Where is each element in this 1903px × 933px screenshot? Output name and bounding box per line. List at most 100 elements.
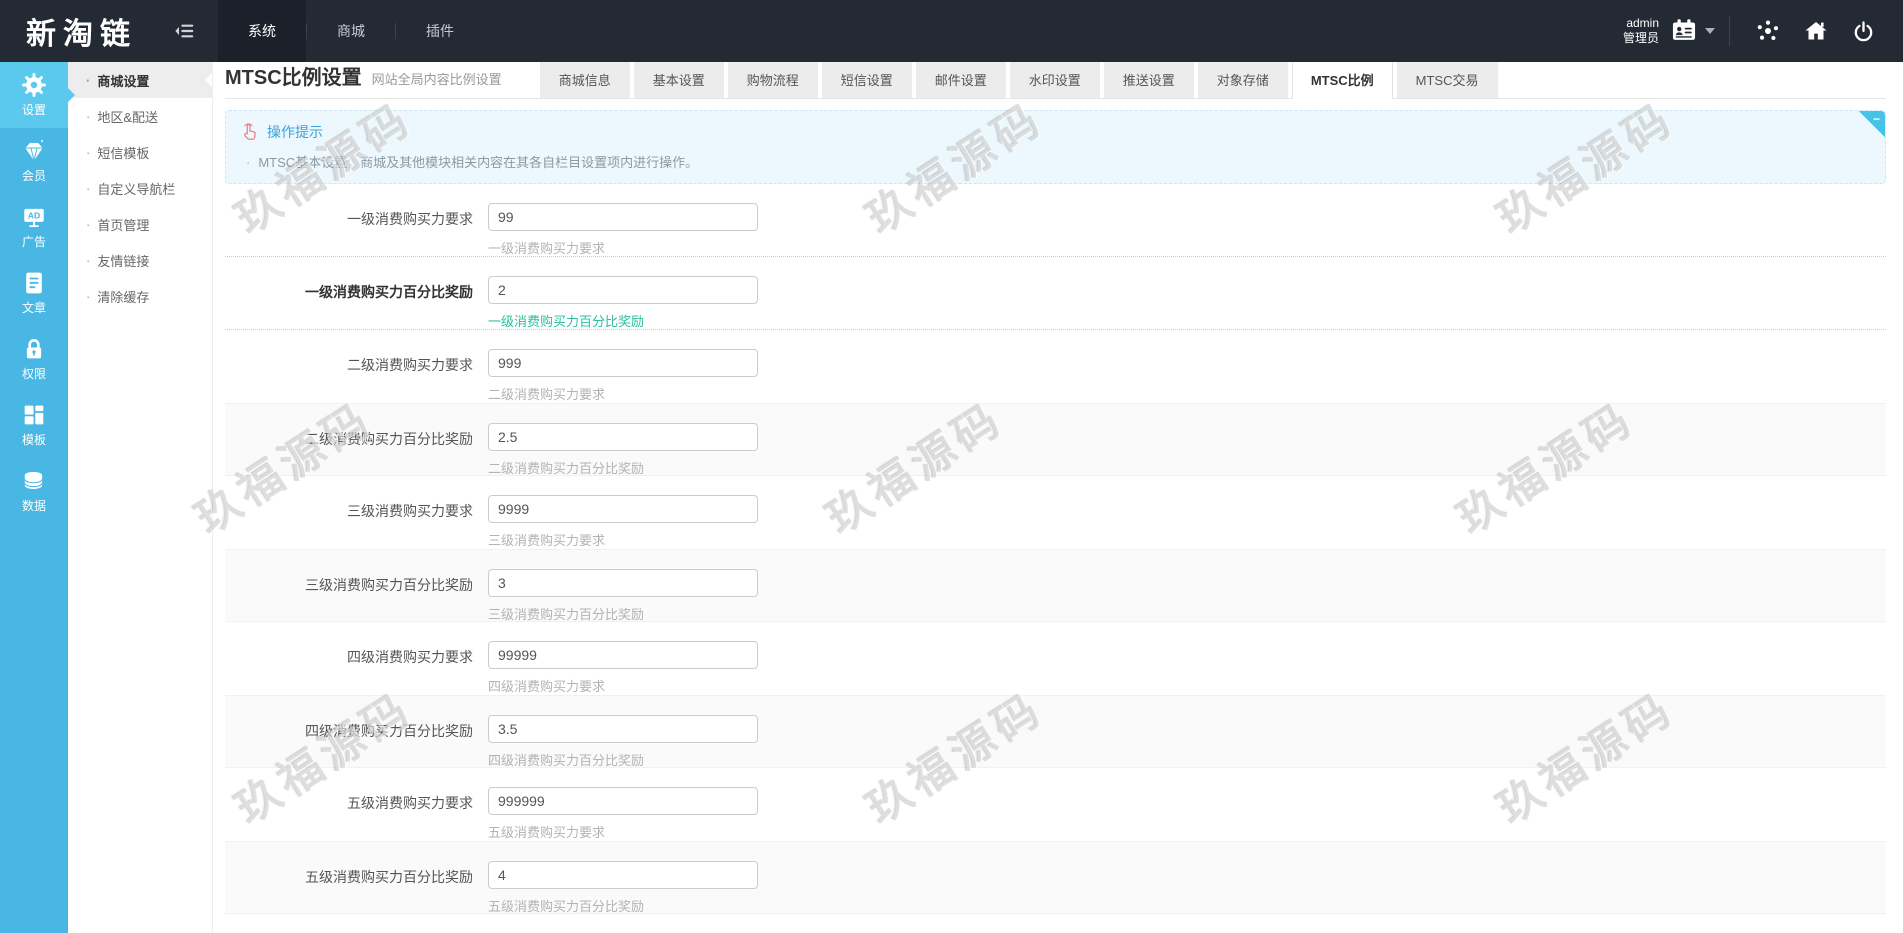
sidebar-item-label: 模板 (21, 433, 46, 447)
sidebar-item-label: 文章 (21, 301, 46, 315)
field-wrap: 五级消费购买力百分比奖励 (488, 861, 758, 914)
submenu-bullet: · (86, 216, 91, 232)
sidebar-item-label: 广告 (21, 235, 46, 249)
sidebar-item-label: 数据 (21, 499, 46, 513)
field-hint: 一级消费购买力要求 (488, 241, 606, 256)
tab-MTSC交易[interactable]: MTSC交易 (1396, 62, 1498, 98)
submenu-item-自定义导航栏[interactable]: · 自定义导航栏 (68, 170, 212, 206)
app-logo: 新淘链 (26, 18, 137, 51)
field-hint: 五级消费购买力百分比奖励 (488, 899, 645, 914)
field-hint: 五级消费购买力要求 (488, 825, 606, 840)
submenu-item-清除缓存[interactable]: · 清除缓存 (68, 278, 212, 314)
tab-邮件设置[interactable]: 邮件设置 (915, 62, 1006, 98)
field-wrap: 三级消费购买力要求 (488, 495, 758, 549)
sidebar-item-广告[interactable]: AD 广告 (0, 194, 68, 260)
field-input-一级消费购买力要求[interactable] (488, 203, 758, 231)
field-label: 二级消费购买力要求 (347, 357, 473, 373)
tab-水印设置[interactable]: 水印设置 (1009, 62, 1100, 98)
field-label: 五级消费购买力百分比奖励 (305, 869, 473, 885)
submenu-item-短信模板[interactable]: · 短信模板 (68, 134, 212, 170)
field-wrap: 二级消费购买力要求 (488, 349, 758, 403)
tab-基本设置[interactable]: 基本设置 (633, 62, 724, 98)
submenu-item-商城设置[interactable]: · 商城设置 (68, 62, 212, 98)
field-input-三级消费购买力百分比奖励[interactable] (488, 569, 758, 597)
home-icon[interactable] (1792, 19, 1840, 43)
notice-header: 操作提示 (240, 121, 1845, 142)
notice-title: 操作提示 (267, 123, 323, 140)
tab-短信设置[interactable]: 短信设置 (821, 62, 912, 98)
sidebar-item-设置[interactable]: 设置 (0, 62, 75, 128)
tab-商城信息[interactable]: 商城信息 (539, 62, 630, 98)
field-input-四级消费购买力百分比奖励[interactable] (488, 715, 758, 743)
id-card-icon[interactable] (1669, 18, 1699, 44)
field-wrap: 一级消费购买力要求 (488, 203, 758, 256)
submenu-item-label: 短信模板 (97, 145, 150, 161)
sidebar-item-数据[interactable]: 数据 (0, 458, 68, 524)
sidebar-item-文章[interactable]: 文章 (0, 260, 68, 326)
field-wrap: 二级消费购买力百分比奖励 (488, 423, 758, 476)
sidebar-item-label: 会员 (21, 169, 46, 183)
field-wrap: 四级消费购买力要求 (488, 641, 758, 695)
field-input-五级消费购买力百分比奖励[interactable] (488, 861, 758, 889)
content-area: MTSC比例设置 网站全局内容比例设置 商城信息 基本设置 购物流程 短信设置 邮件设置… (213, 62, 1903, 933)
user-info: admin 管理员 (1623, 16, 1659, 46)
submenu-item-label: 清除缓存 (97, 289, 150, 305)
field-hint: 三级消费购买力要求 (488, 533, 606, 548)
field-hint: 二级消费购买力百分比奖励 (488, 461, 645, 476)
user-role: 管理员 (1622, 31, 1659, 45)
sidebar-item-会员[interactable]: 会员 (0, 128, 68, 194)
submenu-item-首页管理[interactable]: · 首页管理 (68, 206, 212, 242)
tab-对象存储[interactable]: 对象存储 (1197, 62, 1288, 98)
tab-购物流程[interactable]: 购物流程 (727, 62, 818, 98)
notice-line: · MTSC基本设置，商城及其他模块相关内容在其各自栏目设置项内进行操作。 (246, 152, 1845, 171)
form-row: 二级消费购买力要求二级消费购买力要求 (225, 330, 1886, 403)
power-icon[interactable] (1840, 20, 1887, 43)
field-wrap: 五级消费购买力要求 (488, 787, 758, 841)
field-label: 三级消费购买力百分比奖励 (305, 577, 473, 593)
top-menu-item-系统[interactable]: 系统 (218, 0, 306, 62)
submenu-bullet: · (86, 144, 91, 160)
settings-tabs: 商城信息 基本设置 购物流程 短信设置 邮件设置 水印设置 推送设置 对象存储 MTSC比例 MT… (539, 62, 1502, 99)
tab-MTSC比例[interactable]: MTSC比例 (1291, 62, 1393, 99)
field-label: 四级消费购买力要求 (347, 649, 473, 665)
submenu-item-label: 商城设置 (97, 73, 150, 89)
field-input-三级消费购买力要求[interactable] (488, 495, 758, 523)
field-input-五级消费购买力要求[interactable] (488, 787, 758, 815)
notice-box: 操作提示 · MTSC基本设置，商城及其他模块相关内容在其各自栏目设置项内进行操作… (225, 110, 1886, 184)
menu-fold-icon[interactable] (160, 0, 210, 62)
sidebar-item-模板[interactable]: 模板 (0, 392, 68, 458)
primary-sidebar: 设置会员 AD 广告文章权限模板数据 (0, 62, 75, 933)
field-input-二级消费购买力百分比奖励[interactable] (488, 423, 758, 451)
field-hint: 三级消费购买力百分比奖励 (488, 607, 645, 622)
sidebar-item-label: 权限 (21, 367, 46, 381)
svg-text:AD: AD (28, 211, 41, 221)
field-input-二级消费购买力要求[interactable] (488, 349, 758, 377)
submenu-bullet: · (86, 72, 91, 88)
submenu-bullet: · (86, 108, 91, 124)
field-input-一级消费购买力百分比奖励[interactable] (488, 276, 758, 304)
notice-collapse-button[interactable]: − (1859, 111, 1885, 137)
submenu-item-友情链接[interactable]: · 友情链接 (68, 242, 212, 278)
share-nodes-icon[interactable] (1744, 19, 1792, 43)
submenu-item-地区&配送[interactable]: · 地区&配送 (68, 98, 212, 134)
database-icon (21, 468, 47, 494)
top-menu-item-插件[interactable]: 插件 (396, 0, 484, 62)
tab-推送设置[interactable]: 推送设置 (1103, 62, 1194, 98)
notice-bullet: · (246, 155, 251, 170)
template-grid-icon (21, 402, 47, 428)
top-menu-item-商城[interactable]: 商城 (307, 0, 395, 62)
field-wrap: 一级消费购买力百分比奖励 (488, 276, 758, 329)
field-hint: 四级消费购买力百分比奖励 (488, 753, 645, 768)
user-name: admin (1626, 16, 1659, 30)
top-bar: 新淘链 系统 商城 插件 admin 管理员 (0, 0, 1903, 62)
page-title-wrap: MTSC比例设置 网站全局内容比例设置 (225, 62, 502, 98)
notice-text: MTSC基本设置，商城及其他模块相关内容在其各自栏目设置项内进行操作。 (258, 155, 699, 170)
form-row (225, 914, 1886, 933)
submenu-item-label: 自定义导航栏 (97, 181, 176, 197)
caret-down-icon[interactable] (1705, 28, 1715, 34)
document-icon (21, 270, 47, 296)
form-row: 二级消费购买力百分比奖励二级消费购买力百分比奖励 (225, 403, 1886, 476)
submenu-item-label: 友情链接 (97, 253, 150, 269)
field-input-四级消费购买力要求[interactable] (488, 641, 758, 669)
sidebar-item-权限[interactable]: 权限 (0, 326, 68, 392)
